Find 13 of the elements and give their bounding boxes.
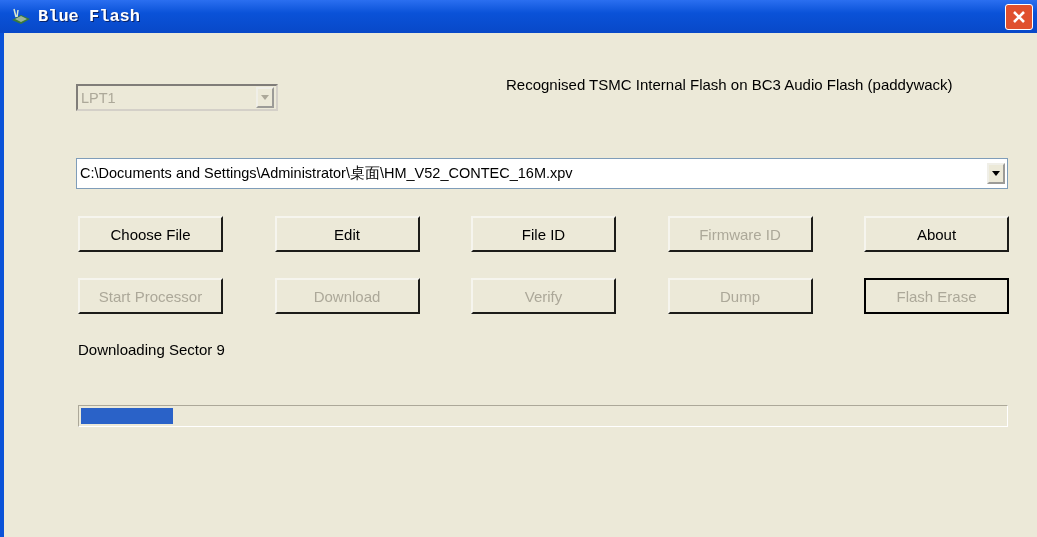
- caret-icon: [992, 171, 1000, 176]
- close-button[interactable]: [1005, 3, 1033, 30]
- file-path-dropdown[interactable]: C:\Documents and Settings\Administrator\桌面\HM_V52_CONTEC_16M.xpv: [76, 158, 1008, 189]
- window-title: Blue Flash: [38, 7, 141, 26]
- action-button[interactable]: About: [864, 216, 1009, 252]
- action-button[interactable]: File ID: [471, 216, 616, 252]
- device-status-text: Recognised TSMC Internal Flash on BC3 Audio Flash (paddywack): [506, 76, 954, 93]
- circuit-board-icon: [10, 7, 32, 26]
- action-button[interactable]: Edit: [274, 216, 420, 252]
- caret-icon: [261, 95, 269, 100]
- close-icon: [1012, 9, 1026, 24]
- status-text: Downloading Sector 9: [78, 341, 226, 358]
- action-button[interactable]: Choose File: [78, 216, 223, 252]
